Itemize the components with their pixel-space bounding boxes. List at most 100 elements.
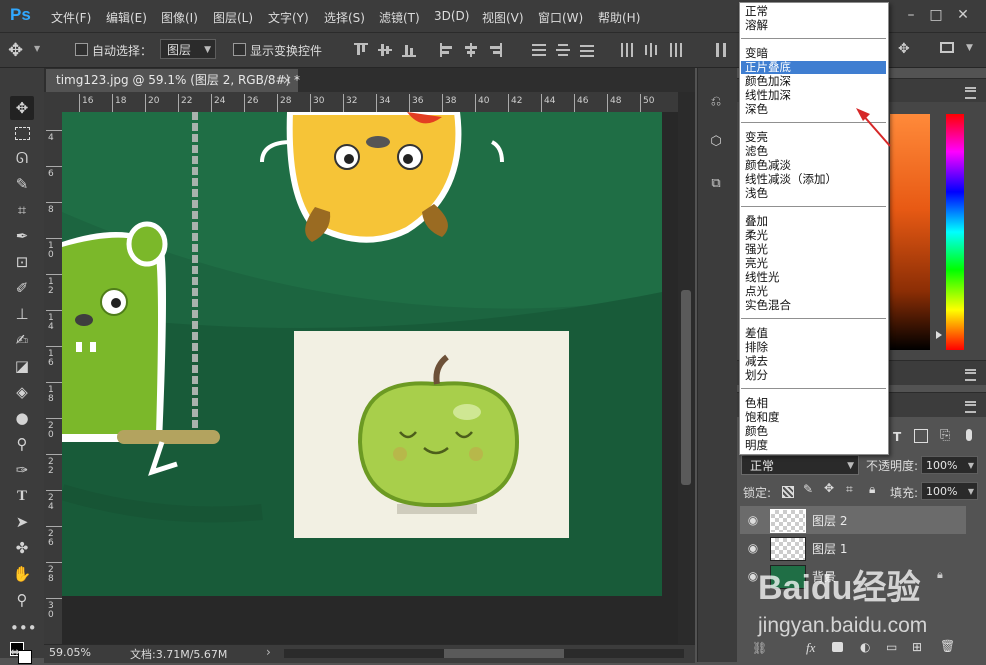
layer-row[interactable]: ◉ 图层 2 — [740, 506, 966, 534]
shape-filter-icon[interactable] — [914, 429, 928, 443]
blend-mode-option[interactable]: 实色混合 — [741, 299, 886, 312]
brush-tool-icon[interactable]: ✐ — [10, 276, 34, 300]
blend-mode-option[interactable]: 溶解 — [741, 19, 886, 32]
swap-colors-icon[interactable]: ⬌ — [10, 645, 20, 659]
align-hcenter-icon[interactable] — [464, 43, 478, 57]
zoom-tool-icon[interactable]: ⚲ — [10, 588, 34, 612]
show-transform-checkbox[interactable] — [233, 43, 246, 56]
blend-mode-option[interactable]: 柔光 — [741, 229, 886, 242]
distribute-vcenter-icon[interactable] — [556, 43, 570, 57]
vertical-scrollbar-thumb[interactable] — [681, 290, 691, 485]
menu-file[interactable]: 文件(F) — [51, 9, 91, 26]
blend-mode-option[interactable]: 浅色 — [741, 187, 886, 200]
hue-slider[interactable] — [946, 114, 964, 350]
blend-mode-option[interactable]: 点光 — [741, 285, 886, 298]
minimize-button[interactable]: – — [900, 5, 922, 25]
menu-window[interactable]: 窗口(W) — [538, 9, 583, 26]
distribute-hcenter-icon[interactable] — [644, 43, 658, 57]
blend-mode-option[interactable]: 正片叠底 — [741, 61, 886, 74]
status-menu-arrow[interactable]: › — [266, 645, 271, 659]
pen-tool-icon[interactable]: ✑ — [10, 458, 34, 482]
background-color-swatch[interactable] — [18, 650, 32, 664]
menu-filter[interactable]: 滤镜(T) — [379, 9, 420, 26]
path-select-tool-icon[interactable]: ➤ — [10, 510, 34, 534]
lock-transparent-icon[interactable] — [782, 486, 794, 498]
blend-mode-option[interactable]: 变暗 — [741, 47, 886, 60]
panel-menu-icon[interactable] — [965, 401, 976, 413]
align-bottom-icon[interactable] — [402, 43, 416, 57]
stamp-tool-icon[interactable]: ⊥ — [10, 302, 34, 326]
marquee-tool-icon[interactable] — [10, 121, 34, 145]
panel-menu-icon[interactable] — [965, 87, 976, 99]
close-button[interactable]: ✕ — [952, 5, 974, 25]
menu-type[interactable]: 文字(Y) — [268, 9, 309, 26]
horizontal-ruler[interactable]: 16 18 20 22 24 26 28 30 32 34 36 38 40 42 44 46 48 50 — [62, 92, 678, 113]
chevron-down-icon[interactable]: ▼ — [34, 44, 40, 53]
hand-tool-icon[interactable]: ✋ — [10, 562, 34, 586]
menu-image[interactable]: 图像(I) — [161, 9, 198, 26]
menu-layer[interactable]: 图层(L) — [213, 9, 253, 26]
distribute-bottom-icon[interactable] — [580, 43, 594, 57]
blend-mode-option[interactable]: 明度 — [741, 439, 886, 452]
3d-mode-icon[interactable]: ✥ — [898, 41, 910, 57]
hue-slider-handle[interactable] — [936, 331, 942, 339]
auto-select-checkbox[interactable] — [75, 43, 88, 56]
blend-mode-option[interactable]: 划分 — [741, 369, 886, 382]
healing-tool-icon[interactable]: ⊡ — [10, 250, 34, 274]
blend-mode-option[interactable]: 差值 — [741, 327, 886, 340]
distribute-left-icon[interactable] — [620, 43, 634, 57]
blend-mode-option[interactable]: 正常 — [741, 5, 886, 18]
horizontal-scrollbar-thumb[interactable] — [444, 649, 564, 658]
eye-icon[interactable]: ◉ — [746, 513, 760, 527]
tab-close-icon[interactable]: × — [282, 69, 292, 92]
crop-tool-icon[interactable]: ⌗ — [10, 198, 34, 222]
distribute-right-icon[interactable] — [668, 43, 682, 57]
blend-mode-option[interactable]: 色相 — [741, 397, 886, 410]
canvas-area[interactable] — [62, 112, 678, 644]
distribute-top-icon[interactable] — [532, 43, 546, 57]
type-filter-icon[interactable]: T — [893, 430, 901, 444]
blend-mode-option[interactable]: 颜色 — [741, 425, 886, 438]
smart-object-filter-icon[interactable]: ⎘ — [940, 428, 950, 443]
workspace-icon[interactable] — [940, 42, 954, 53]
zoom-level[interactable]: 59.05% — [49, 646, 91, 659]
history-panel-icon[interactable]: ⎌ — [706, 92, 726, 112]
fill-input[interactable]: 100% ▼ — [921, 482, 978, 500]
blend-mode-option[interactable]: 颜色减淡 — [741, 159, 886, 172]
blur-tool-icon[interactable]: ● — [10, 406, 34, 430]
panel-menu-icon[interactable] — [965, 369, 976, 381]
3d-panel-icon[interactable]: ⬡ — [706, 132, 726, 152]
eye-icon[interactable]: ◉ — [746, 541, 760, 555]
menu-view[interactable]: 视图(V) — [482, 9, 524, 26]
paint-bucket-tool-icon[interactable]: ◈ — [10, 380, 34, 404]
menu-help[interactable]: 帮助(H) — [598, 9, 640, 26]
blend-mode-option[interactable]: 强光 — [741, 243, 886, 256]
shape-tool-icon[interactable]: ✤ — [10, 536, 34, 560]
blend-mode-option[interactable]: 亮光 — [741, 257, 886, 270]
filter-toggle-icon[interactable] — [966, 429, 972, 441]
align-left-icon[interactable] — [440, 43, 454, 57]
type-tool-icon[interactable]: T — [10, 484, 34, 508]
menu-edit[interactable]: 编辑(E) — [106, 9, 147, 26]
lock-all-icon[interactable]: 🔒︎ — [869, 482, 875, 497]
blend-mode-option[interactable]: 线性光 — [741, 271, 886, 284]
menu-select[interactable]: 选择(S) — [324, 9, 365, 26]
menu-3d[interactable]: 3D(D) — [434, 9, 469, 23]
more-tools-icon[interactable]: ••• — [10, 616, 37, 640]
blend-mode-option[interactable]: 排除 — [741, 341, 886, 354]
blend-mode-option[interactable]: 线性减淡（添加） — [741, 173, 886, 186]
move-icon[interactable]: ✥ — [8, 40, 23, 61]
lock-pixels-icon[interactable]: ✎ — [803, 482, 813, 496]
opacity-input[interactable]: 100% ▼ — [921, 456, 978, 474]
align-vcenter-icon[interactable] — [378, 43, 392, 57]
dodge-tool-icon[interactable]: ⚲ — [10, 432, 34, 456]
eyedropper-tool-icon[interactable]: ✒ — [10, 224, 34, 248]
move-tool-icon[interactable]: ✥ — [10, 96, 34, 120]
blend-mode-option[interactable]: 叠加 — [741, 215, 886, 228]
quick-select-tool-icon[interactable]: ✎ — [10, 172, 34, 196]
vertical-ruler[interactable]: 4 6 8 1 0 1 2 1 4 1 6 1 8 2 0 2 2 2 4 2 6 2 8 3 0 — [44, 112, 63, 644]
blend-mode-option[interactable]: 饱和度 — [741, 411, 886, 424]
auto-select-dropdown[interactable]: 图层 ▼ — [160, 39, 216, 59]
align-right-icon[interactable] — [488, 43, 502, 57]
image-canvas[interactable] — [62, 112, 662, 596]
